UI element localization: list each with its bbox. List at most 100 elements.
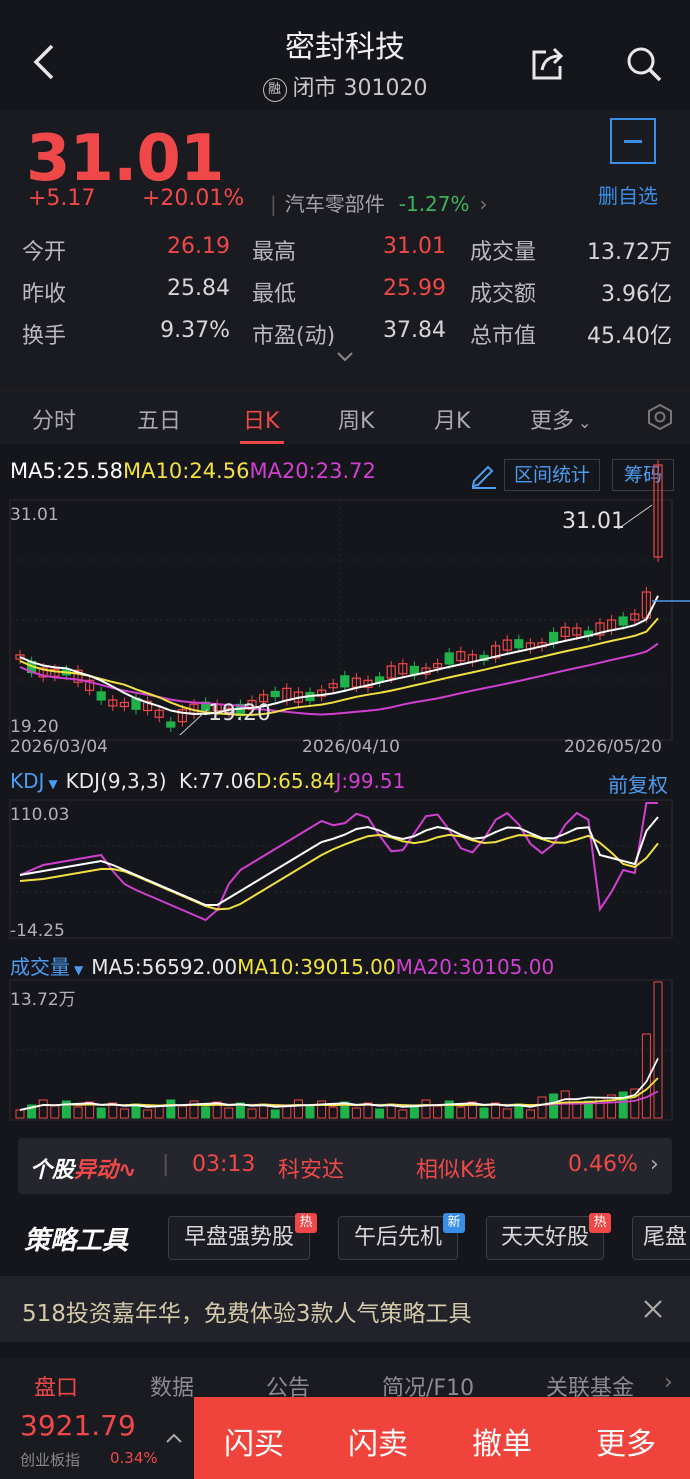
alert-time: 03:13 (192, 1152, 256, 1177)
alert-stock: 科安达 (278, 1158, 345, 1183)
alert-brand-a: 个股 (30, 1158, 75, 1183)
share-icon[interactable] (528, 44, 568, 84)
volume-bar (618, 1091, 628, 1119)
tab-more[interactable]: 更多 ⌄ (530, 403, 591, 435)
volume-bar (305, 1105, 315, 1119)
volume-bar (38, 1099, 48, 1119)
vol-ma10: MA10:39015.00 (237, 955, 396, 979)
chevron-down-icon[interactable] (335, 350, 355, 364)
alert-brand: 个股异动∿ (30, 1152, 136, 1184)
chevron-right-icon: › (479, 192, 488, 216)
search-icon[interactable] (624, 44, 664, 84)
stat-label: 最低 (252, 282, 297, 307)
stat-label: 昨收 (22, 282, 67, 307)
more-button[interactable]: 更多 (596, 1419, 656, 1463)
volume-bar (549, 1093, 559, 1119)
tab-daily-k[interactable]: 日K (243, 403, 279, 435)
sector-name: 汽车零部件 (284, 192, 385, 216)
candle (444, 652, 454, 665)
strategy-pill[interactable]: 早盘强势股 热 (168, 1213, 317, 1260)
volume-legend: 成交量 ▼ MA5:56592.00MA10:39015.00MA20:30105.… (10, 951, 554, 980)
strategy-pill-label: 天天好股 (500, 1225, 589, 1250)
volume-bar (73, 1106, 83, 1119)
remove-watch-icon[interactable] (610, 118, 656, 164)
candle (166, 721, 176, 728)
kdj-indicator-select[interactable]: KDJ (10, 769, 44, 793)
quick-buy-button[interactable]: 闪买 (224, 1419, 284, 1463)
detail-tabs: 盘口 数据 公告 简况/F10 关联基金 › (0, 1358, 690, 1401)
tab-intraday[interactable]: 分时 (32, 403, 76, 435)
strategy-pill[interactable]: 尾盘 (632, 1216, 690, 1260)
volume-bar (375, 1108, 385, 1119)
volume-bar (328, 1106, 338, 1119)
period-tabs: 分时 五日 日K 周K 月K 更多 ⌄ (0, 390, 690, 444)
stat-value: 9.37% (160, 318, 230, 343)
remove-watch-button[interactable]: 删自选 (598, 180, 658, 209)
cancel-order-button[interactable]: 撤单 (472, 1419, 532, 1463)
candle (618, 616, 628, 626)
header: 密封科技 融闭市 301020 (0, 0, 690, 110)
separator: | (162, 1152, 170, 1177)
page-title: 密封科技 (285, 30, 405, 65)
stat-label: 成交量 (470, 240, 537, 265)
stat-value: 25.99 (383, 276, 446, 301)
candle (340, 675, 350, 688)
vol-ma20: MA20:30105.00 (395, 955, 555, 979)
volume-bar (247, 1108, 257, 1119)
adjust-button[interactable]: 前复权 (608, 769, 668, 798)
settings-icon[interactable] (646, 403, 674, 431)
kdj-j: J:99.51 (335, 769, 406, 793)
volume-bar (15, 1109, 25, 1119)
candle (270, 690, 280, 698)
kdj-d: D:65.84 (256, 769, 336, 793)
index-pct: 0.34% (110, 1449, 158, 1467)
index-value[interactable]: 3921.79 (20, 1409, 136, 1442)
trade-actions: 闪买 闪卖 撤单 更多 (194, 1397, 690, 1479)
strategy-pill[interactable]: 午后先机 新 (338, 1213, 465, 1260)
volume-bar (456, 1106, 466, 1119)
volume-bar (502, 1108, 512, 1119)
tab-monthly-k[interactable]: 月K (434, 403, 470, 435)
volume-indicator-select[interactable]: 成交量 (10, 955, 70, 979)
stock-detail-screen: 密封科技 融闭市 301020 31.01 +5.17 +20.01% | 汽车零… (0, 0, 690, 1479)
strategy-pill-label: 尾盘 (643, 1225, 688, 1250)
stock-alert-bar[interactable]: 个股异动∿ | 03:13 科安达 相似K线 0.46% › (18, 1138, 672, 1194)
volume-bar (143, 1109, 153, 1119)
kdj-top-axis: 110.03 (10, 805, 70, 825)
volume-bar (398, 1109, 408, 1119)
strategy-pill-label: 早盘强势股 (183, 1225, 294, 1250)
stat-label: 总市值 (470, 324, 537, 349)
volume-bar (537, 1096, 547, 1119)
alert-pct: 0.46% (568, 1152, 638, 1177)
sector-link[interactable]: | 汽车零部件 -1.27% › (270, 188, 488, 217)
chevron-up-icon[interactable] (164, 1431, 184, 1445)
tab-more-label: 更多 (530, 409, 575, 434)
stat-value: 31.01 (383, 234, 446, 259)
new-tag: 新 (443, 1213, 465, 1233)
tab-five-day[interactable]: 五日 (137, 403, 181, 435)
close-icon[interactable] (642, 1298, 664, 1320)
volume-bar (433, 1105, 443, 1119)
stat-value: 3.96亿 (601, 282, 672, 307)
volume-bar (177, 1105, 187, 1119)
alert-kind: 相似K线 (416, 1158, 497, 1183)
chevron-right-icon: › (664, 1370, 673, 1395)
volume-bar (479, 1107, 489, 1119)
candle (514, 639, 524, 649)
separator: | (270, 192, 277, 216)
tab-weekly-k[interactable]: 周K (338, 403, 374, 435)
quick-sell-button[interactable]: 闪卖 (348, 1419, 408, 1463)
kline-low-marker: 19.20 (208, 701, 271, 726)
volume-bar (201, 1106, 211, 1119)
strategy-pill[interactable]: 天天好股 热 (486, 1213, 611, 1260)
pulse-icon: ∿ (118, 1158, 137, 1183)
last-price: 31.01 (26, 122, 224, 196)
kdj-legend: KDJ ▼ KDJ(9,3,3) K:77.06D:65.84J:99.51 (10, 769, 405, 793)
stat-value: 26.19 (167, 234, 230, 259)
footer-bar: 3921.79 创业板指 0.34% 闪买 闪卖 撤单 更多 (0, 1397, 690, 1479)
volume-bar (270, 1109, 280, 1119)
promo-banner[interactable]: 518投资嘉年华，免费体验3款人气策略工具 (0, 1276, 690, 1342)
volume-bar (224, 1107, 234, 1119)
kdj-bottom-axis: -14.25 (10, 921, 65, 941)
hot-tag: 热 (295, 1213, 317, 1233)
